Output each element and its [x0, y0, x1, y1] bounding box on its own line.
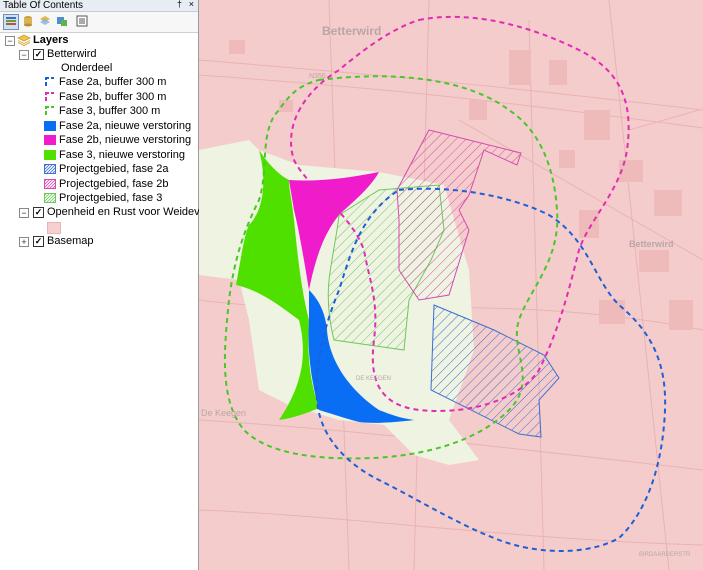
layer-name-betterwird: Betterwird [47, 48, 97, 60]
hatch-swatch [33, 192, 66, 204]
list-by-source-icon[interactable] [20, 14, 36, 30]
toc-toolbar [0, 12, 198, 33]
layers-root-row: − Layers [0, 33, 198, 47]
openheid-visibility-checkbox[interactable]: ✓ [33, 207, 44, 218]
map-label-de-keegen-area: De Keegen [201, 408, 246, 418]
list-by-visibility-icon[interactable] [37, 14, 53, 30]
map-label-betterwird-right: Betterwird [629, 239, 674, 249]
legend-item-label: Fase 3, nieuwe verstoring [59, 148, 185, 161]
collapse-layers-toggle[interactable]: − [5, 36, 15, 46]
legend-field-label: Onderdeel [61, 62, 113, 74]
legend-item-label: Fase 2b, nieuwe verstoring [59, 134, 192, 146]
map-label-de-keegen-road: DE KEEGEN [356, 376, 391, 382]
map-label-birdaarderstr: BIRDAARDERSTR [639, 552, 691, 558]
collapse-betterwird-toggle[interactable]: − [19, 50, 29, 60]
hatch-swatch [33, 163, 66, 175]
legend-item-label: Fase 2a, buffer 300 m [59, 76, 167, 88]
table-of-contents-panel: Table Of Contents † × − Layers − ✓ Bette… [0, 0, 226, 570]
legend-item-label: Fase 2b, buffer 300 m [59, 90, 167, 103]
dashed-line-swatch [44, 91, 56, 102]
dashed-line-swatch [44, 77, 56, 87]
list-by-selection-icon[interactable] [54, 14, 70, 30]
list-by-drawing-order-icon[interactable] [3, 14, 19, 30]
pin-icon[interactable]: † [177, 0, 182, 10]
fill-swatch [44, 135, 56, 145]
layers-label: Layers [33, 34, 69, 46]
legend-item-label: Projectgebied, fase 2a [59, 163, 169, 175]
dashed-line-swatch [44, 106, 56, 116]
hatch-swatch [33, 178, 66, 189]
layer-row-openheid[interactable]: − ✓ Openheid en Rust voor Weidevogels [0, 205, 226, 219]
legend-item-label: Projectgebied, fase 3 [59, 192, 163, 204]
fill-swatch [44, 120, 56, 131]
legend-item-label: Projectgebied, fase 2b [59, 177, 169, 190]
openheid-area-swatch [47, 222, 61, 234]
toc-title: Table Of Contents [3, 0, 84, 11]
map-label-betterwird-top: Betterwird [322, 24, 381, 38]
layer-row-betterwird[interactable]: − ✓ Betterwird [0, 47, 198, 61]
close-icon[interactable]: × [189, 0, 194, 10]
map-canvas[interactable]: Betterwird Betterwird N356 DE KEEGEN De … [199, 0, 703, 570]
layer-name-basemap: Basemap [47, 235, 94, 247]
map-view[interactable]: Betterwird Betterwird N356 DE KEEGEN De … [199, 0, 703, 570]
expand-basemap-toggle[interactable]: + [19, 237, 29, 247]
layer-row-basemap[interactable]: + ✓ Basemap [0, 234, 198, 248]
collapse-openheid-toggle[interactable]: − [19, 208, 29, 218]
fill-swatch [44, 149, 56, 160]
map-label-road-n356: N356 [309, 73, 326, 80]
basemap-visibility-checkbox[interactable]: ✓ [33, 236, 44, 247]
legend-item-label: Fase 2a, nieuwe verstoring [59, 119, 192, 132]
toc-title-bar: Table Of Contents † × [0, 0, 198, 12]
betterwird-visibility-checkbox[interactable]: ✓ [33, 49, 44, 60]
legend-item-label: Fase 3, buffer 300 m [59, 105, 161, 117]
options-icon[interactable] [74, 14, 90, 30]
